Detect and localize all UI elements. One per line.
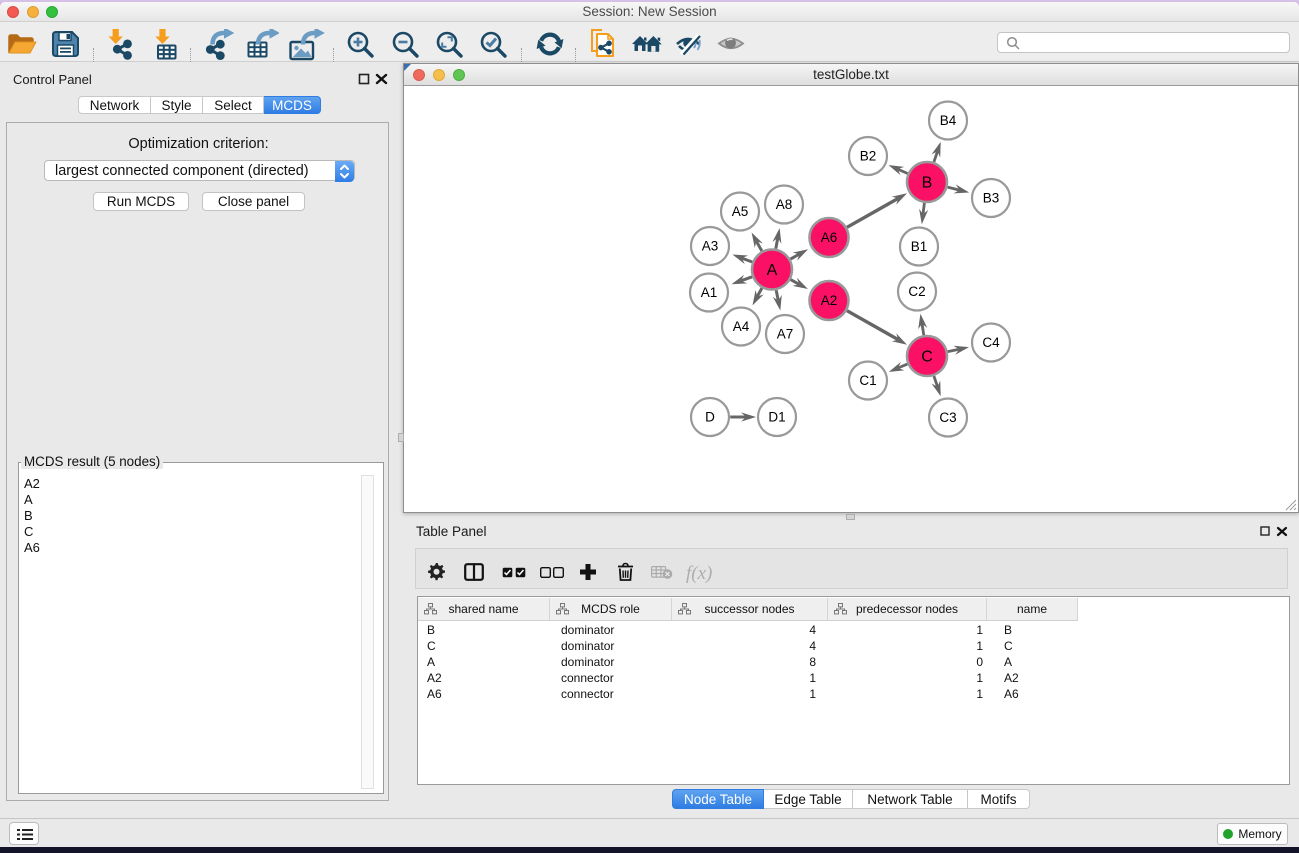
svg-text:B2: B2	[860, 149, 877, 164]
svg-text:C1: C1	[859, 373, 876, 388]
svg-text:B3: B3	[983, 191, 1000, 206]
svg-text:C: C	[921, 349, 933, 366]
svg-text:B4: B4	[940, 113, 957, 128]
svg-text:C3: C3	[939, 410, 956, 425]
svg-text:B: B	[922, 175, 933, 192]
svg-text:A6: A6	[821, 230, 838, 245]
svg-text:A2: A2	[821, 293, 838, 308]
svg-text:A1: A1	[701, 285, 718, 300]
svg-text:A8: A8	[776, 197, 793, 212]
svg-text:A4: A4	[733, 319, 750, 334]
svg-text:B1: B1	[911, 239, 928, 254]
svg-text:D: D	[705, 410, 715, 425]
svg-text:C4: C4	[982, 335, 1000, 350]
svg-text:C2: C2	[908, 284, 925, 299]
svg-text:D1: D1	[768, 410, 785, 425]
svg-text:A3: A3	[702, 239, 719, 254]
svg-text:A5: A5	[732, 204, 749, 219]
svg-text:A: A	[767, 262, 778, 279]
svg-text:A7: A7	[777, 327, 794, 342]
